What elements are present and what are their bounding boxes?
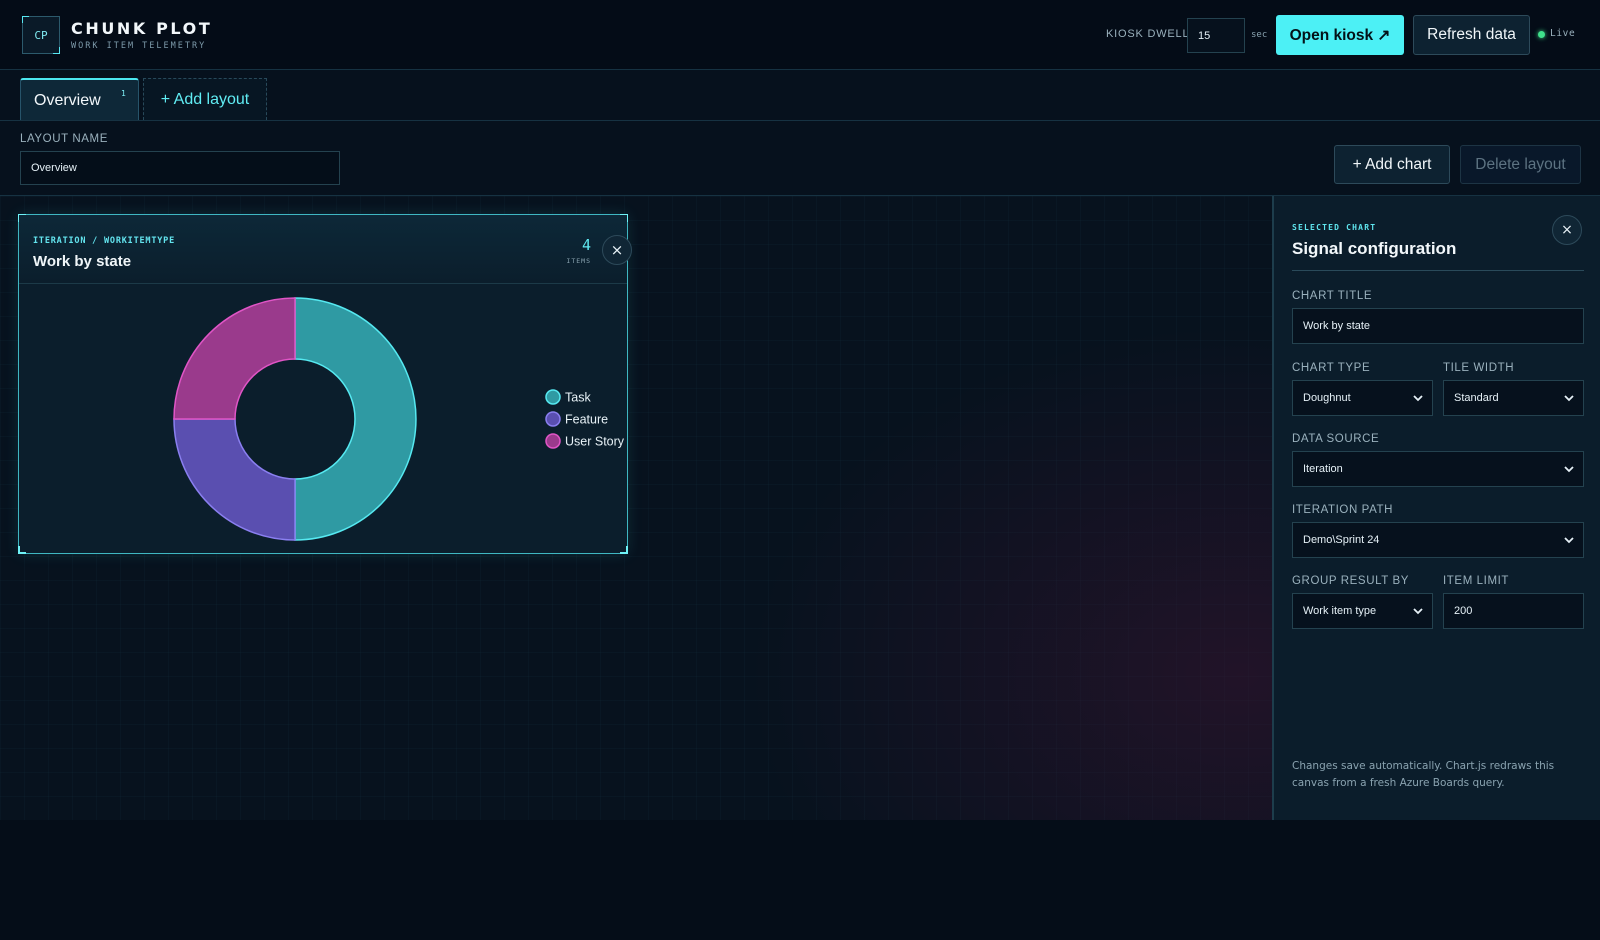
legend-swatch[interactable] (545, 389, 561, 405)
layout-name-input[interactable] (20, 151, 340, 185)
layout-tabs: Overview 1 + Add layout (0, 70, 1600, 121)
panel-help-text: Changes save automatically. Chart.js red… (1292, 760, 1555, 789)
open-kiosk-button[interactable]: Open kiosk ↗ (1276, 15, 1404, 55)
add-chart-button[interactable]: + Add chart (1334, 145, 1450, 184)
chevron-down-icon (1564, 395, 1574, 402)
app-title: CHUNK PLOT (71, 19, 213, 38)
kiosk-dwell-unit: sec (1251, 30, 1268, 40)
app-root: CP CHUNK PLOT WORK ITEM TELEMETRY KIOSK … (0, 0, 1600, 820)
chart-config-panel: SELECTED CHART Signal configuration × CH… (1272, 196, 1600, 820)
chevron-down-icon (1564, 537, 1574, 544)
doughnut-slice-feature[interactable] (173, 418, 296, 541)
chart-tile-header: ITERATION / WORKITEMTYPE Work by state 4… (19, 215, 632, 284)
legend-swatch[interactable] (545, 411, 561, 427)
legend-label[interactable]: User Story (565, 435, 625, 449)
kiosk-dwell-input[interactable] (1187, 18, 1245, 53)
data-source-label: DATA SOURCE (1292, 433, 1380, 445)
tile-width-label: TILE WIDTH (1443, 362, 1515, 374)
iteration-path-label: ITERATION PATH (1292, 504, 1394, 516)
close-icon[interactable]: × (602, 235, 632, 265)
tab-overview[interactable]: Overview 1 (20, 78, 139, 120)
chevron-down-icon (1413, 395, 1423, 402)
refresh-data-button[interactable]: Refresh data (1413, 15, 1530, 55)
group-by-label: GROUP RESULT BY (1292, 575, 1410, 587)
data-source-select[interactable]: Iteration (1292, 451, 1584, 487)
chevron-down-icon (1564, 466, 1574, 473)
layout-name-label: LAYOUT NAME (20, 133, 108, 145)
chart-item-count: 4 (581, 236, 591, 254)
legend-label[interactable]: Feature (565, 413, 608, 427)
top-header: CP CHUNK PLOT WORK ITEM TELEMETRY KIOSK … (0, 0, 1600, 70)
chart-tile-kicker: ITERATION / WORKITEMTYPE (33, 236, 176, 246)
legend-label[interactable]: Task (565, 391, 591, 405)
chart-title-input[interactable] (1292, 308, 1584, 344)
chart-type-label: CHART TYPE (1292, 362, 1371, 374)
panel-kicker: SELECTED CHART (1292, 223, 1377, 232)
tab-count-badge: 1 (121, 89, 126, 98)
layout-toolbar: LAYOUT NAME + Add chart Delete layout (0, 121, 1600, 196)
chart-tile-title: Work by state (33, 253, 132, 270)
chevron-down-icon (1413, 608, 1423, 615)
chart-canvas-area: ITERATION / WORKITEMTYPE Work by state 4… (0, 196, 1272, 820)
live-status-label: Live (1550, 28, 1576, 39)
group-by-value: Work item type (1303, 605, 1377, 617)
chart-type-select[interactable]: Doughnut (1292, 380, 1433, 416)
add-layout-tab[interactable]: + Add layout (143, 78, 267, 120)
data-source-value: Iteration (1303, 463, 1343, 475)
panel-title: Signal configuration (1292, 239, 1457, 258)
live-status-dot (1538, 31, 1545, 38)
legend-swatch[interactable] (545, 433, 561, 449)
item-limit-label: ITEM LIMIT (1443, 575, 1510, 587)
delete-layout-button[interactable]: Delete layout (1460, 145, 1581, 184)
tile-width-value: Standard (1454, 392, 1499, 404)
iteration-path-select[interactable]: Demo\Sprint 24 (1292, 522, 1584, 558)
chart-type-value: Doughnut (1303, 392, 1351, 404)
kiosk-dwell-label: KIOSK DWELL (1106, 28, 1190, 40)
tab-label: Overview (34, 92, 101, 109)
app-subtitle: WORK ITEM TELEMETRY (71, 41, 207, 51)
doughnut-slice-user-story[interactable] (173, 297, 296, 420)
divider (1292, 270, 1584, 271)
item-limit-input[interactable] (1443, 593, 1584, 629)
chart-item-count-label: ITEMS (566, 257, 591, 265)
chart-title-label: CHART TITLE (1292, 290, 1373, 302)
group-by-select[interactable]: Work item type (1292, 593, 1433, 629)
doughnut-slice-task[interactable] (294, 297, 417, 541)
doughnut-chart: Task Feature User Story (173, 297, 625, 541)
logo-mark: CP (22, 16, 60, 54)
tile-width-select[interactable]: Standard (1443, 380, 1584, 416)
logo-text: CP (34, 28, 48, 42)
iteration-path-value: Demo\Sprint 24 (1303, 534, 1380, 546)
chart-tile[interactable]: ITERATION / WORKITEMTYPE Work by state 4… (18, 214, 632, 554)
close-icon[interactable]: × (1552, 215, 1582, 245)
